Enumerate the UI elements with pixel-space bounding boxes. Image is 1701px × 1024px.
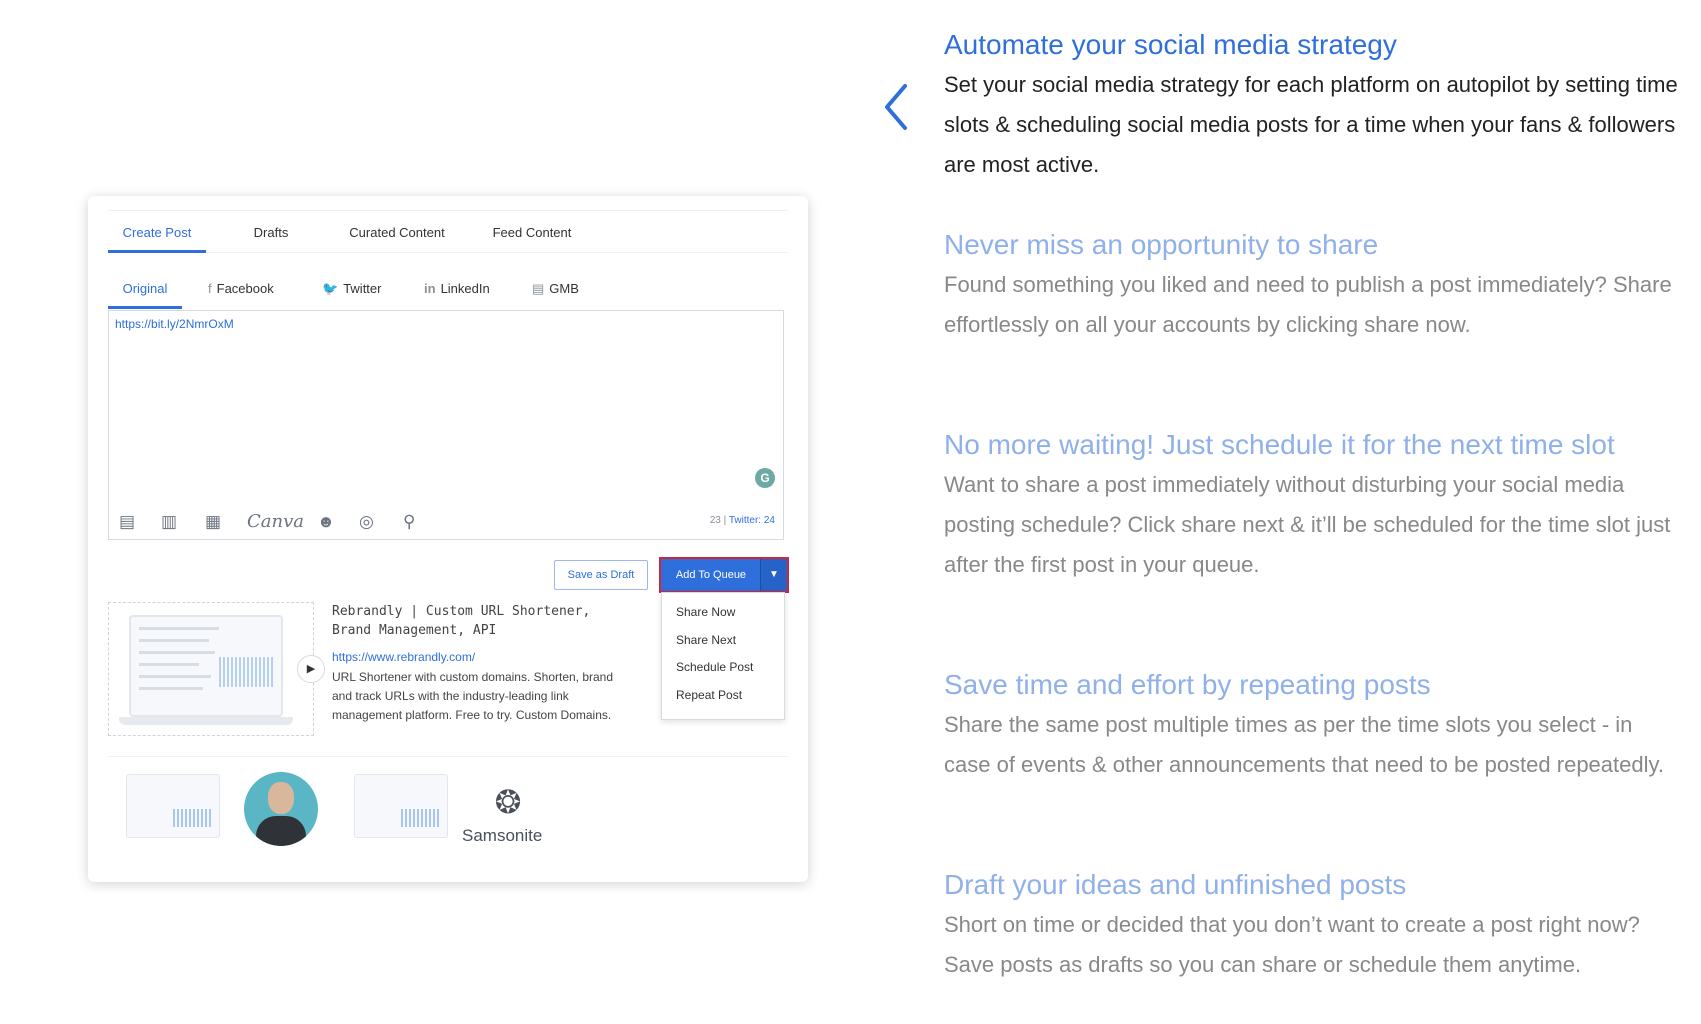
thumbnail-person[interactable] — [244, 772, 318, 846]
feature-description: Found something you liked and need to pu… — [944, 272, 1672, 337]
counter-separator: | — [720, 515, 729, 526]
image-thumbnails: ❂ Samsonite — [108, 766, 784, 866]
chevron-left-icon[interactable] — [881, 82, 911, 132]
editor-content[interactable]: https://bit.ly/2NmrOxM — [115, 317, 234, 331]
feature-title: Automate your social media strategy — [944, 29, 1397, 60]
link-preview-description: URL Shortener with custom domains. Short… — [332, 670, 614, 722]
feature-drafts[interactable]: Draft your ideas and unfinished posts Sh… — [944, 865, 1684, 985]
subtab-facebook[interactable]: f Facebook — [208, 276, 274, 306]
feature-title: Draft your ideas and unfinished posts — [944, 869, 1407, 900]
subtab-linkedin-label: LinkedIn — [440, 281, 490, 296]
feature-title: Never miss an opportunity to share — [944, 229, 1379, 260]
feature-automate[interactable]: Automate your social media strategy Set … — [944, 25, 1684, 185]
canva-icon[interactable]: Canva — [247, 510, 304, 534]
counter-twitter: Twitter: 24 — [728, 515, 775, 526]
feature-share-next[interactable]: No more waiting! Just schedule it for th… — [944, 425, 1684, 585]
feature-description: Want to share a post immediately without… — [944, 472, 1671, 577]
feature-title: Save time and effort by repeating posts — [944, 669, 1431, 700]
target-icon[interactable]: ◎ — [359, 510, 374, 534]
save-as-draft-button[interactable]: Save as Draft — [554, 560, 648, 590]
menu-item-schedule-post[interactable]: Schedule Post — [676, 660, 753, 674]
feature-share-now[interactable]: Never miss an opportunity to share Found… — [944, 225, 1684, 345]
file-icon[interactable]: ▤ — [119, 510, 135, 534]
feature-description: Share the same post multiple times as pe… — [944, 712, 1664, 777]
feature-title: No more waiting! Just schedule it for th… — [944, 429, 1615, 460]
thumbnail-samsonite[interactable]: Samsonite — [462, 826, 542, 846]
tab-feed-content[interactable]: Feed Content — [478, 220, 586, 250]
add-to-queue-split-button: Add To Queue ▼ — [659, 557, 789, 593]
menu-item-share-now[interactable]: Share Now — [676, 605, 735, 619]
card-top-divider — [108, 210, 788, 211]
post-text-editor[interactable]: https://bit.ly/2NmrOxM G ▤ ▥ ▦ Canva ☻ ◎… — [108, 310, 784, 540]
subtab-original[interactable]: Original — [108, 276, 182, 309]
post-composer-card: Create Post Drafts Curated Content Feed … — [88, 196, 808, 882]
facebook-icon: f — [208, 281, 212, 296]
thumbnail-dashboard-1[interactable] — [126, 774, 220, 838]
linkedin-icon: in — [424, 281, 436, 296]
tab-curated-content[interactable]: Curated Content — [342, 220, 452, 250]
grammarly-icon[interactable]: G — [755, 468, 775, 488]
subtab-linkedin[interactable]: in LinkedIn — [424, 276, 490, 306]
subtab-gmb-label: GMB — [549, 281, 579, 296]
menu-item-share-next[interactable]: Share Next — [676, 633, 736, 647]
link-preview-image[interactable]: ▶ — [108, 602, 325, 736]
character-counter: 23 | Twitter: 24 — [710, 515, 775, 526]
subtab-gmb[interactable]: ▤ GMB — [532, 276, 579, 306]
laptop-screenshot — [119, 615, 293, 725]
subtab-original-label: Original — [122, 281, 168, 296]
feature-repeat[interactable]: Save time and effort by repeating posts … — [944, 665, 1684, 785]
gmb-icon: ▤ — [532, 281, 545, 296]
counter-count: 23 — [709, 515, 721, 526]
link-preview-title: Rebrandly | Custom URL Shortener, Brand … — [332, 604, 591, 638]
next-image-icon[interactable]: ▶ — [297, 655, 325, 683]
add-to-queue-button[interactable]: Add To Queue — [661, 559, 761, 591]
subtab-twitter-label: Twitter — [343, 281, 382, 296]
tab-drafts[interactable]: Drafts — [236, 220, 306, 250]
subtab-facebook-label: Facebook — [216, 281, 274, 296]
network-tabs: Original f Facebook 🐦 Twitter in LinkedIn ▤… — [108, 276, 788, 309]
thumbnail-dashboard-2[interactable] — [354, 774, 448, 838]
tab-create-post[interactable]: Create Post — [108, 220, 206, 253]
gif-icon[interactable]: ▦ — [205, 510, 221, 534]
emoji-icon[interactable]: ☻ — [317, 510, 335, 534]
feature-description: Short on time or decided that you don’t … — [944, 912, 1640, 977]
subtab-twitter[interactable]: 🐦 Twitter — [322, 276, 381, 306]
upload-file-icon[interactable]: ▥ — [161, 510, 177, 534]
link-preview-url[interactable]: https://www.rebrandly.com/ — [332, 650, 475, 664]
queue-options-menu: Share Now Share Next Schedule Post Repea… — [661, 592, 785, 720]
location-icon[interactable]: ⚲ — [403, 510, 415, 534]
composer-tabs: Create Post Drafts Curated Content Feed … — [108, 220, 788, 253]
menu-item-repeat-post[interactable]: Repeat Post — [676, 688, 742, 702]
chevron-down-icon[interactable]: ▼ — [760, 559, 787, 591]
twitter-icon: 🐦 — [322, 281, 339, 296]
samsonite-logo-icon[interactable]: ❂ — [490, 784, 526, 820]
thumbnail-divider — [108, 756, 788, 757]
feature-description: Set your social media strategy for each … — [944, 72, 1678, 177]
